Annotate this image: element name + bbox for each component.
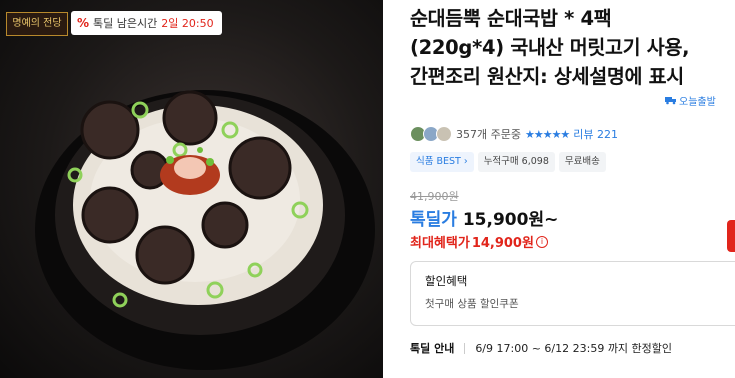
rating-row: 357개 주문중 ★★★★★ 리뷰 221	[410, 126, 618, 142]
deal-timer-badge: % 톡딜 남은시간 2일 20:50	[71, 11, 222, 35]
divider	[464, 342, 466, 354]
deal-price: 15,900원~	[462, 210, 559, 230]
review-link[interactable]: 리뷰 221	[573, 126, 618, 142]
order-count: 357개 주문중	[456, 128, 521, 141]
info-icon[interactable]: i	[535, 235, 548, 248]
benefit-description: 첫구매 상품 할인쿠폰	[425, 298, 519, 310]
buyer-avatars	[410, 126, 452, 142]
deal-info-period: 6/9 17:00 ~ 6/12 23:59 까지 한정할인	[475, 342, 673, 355]
discount-benefit-box[interactable]: 할인혜택 첫구매 상품 할인쿠폰	[410, 261, 735, 326]
truck-icon	[665, 97, 676, 105]
timer-label: 톡딜 남은시간	[93, 17, 158, 30]
product-chips: 식품 BEST › 누적구매 6,098 무료배송	[410, 152, 606, 172]
deal-info-row: 톡딜 안내 6/9 17:00 ~ 6/12 23:59 까지 한정할인	[410, 340, 672, 356]
avatar	[436, 126, 452, 142]
star-rating: ★★★★★	[524, 127, 570, 141]
buy-button-edge[interactable]	[727, 220, 735, 252]
today-shipping-label: 오늘출발	[679, 97, 716, 108]
deal-info-label: 톡딜 안내	[410, 342, 455, 355]
hall-of-fame-badge: 명예의 전당	[6, 12, 68, 36]
timer-value: 2일 20:50	[161, 17, 214, 30]
percent-icon: %	[77, 16, 90, 30]
product-image: 명예의 전당 % 톡딜 남은시간 2일 20:50	[0, 0, 383, 378]
original-price: 41,900원	[410, 190, 459, 203]
chip-best-label: 식품 BEST	[416, 156, 461, 167]
chip-cumulative: 누적구매 6,098	[477, 152, 555, 172]
today-shipping-badge: 오늘출발	[665, 93, 716, 108]
product-title: 순대듬뿍 순대국밥 * 4팩 (220g*4) 국내산 머릿고기 사용, 간편조…	[410, 7, 690, 88]
chip-best[interactable]: 식품 BEST ›	[410, 152, 474, 172]
benefit-title: 할인혜택	[425, 274, 468, 288]
max-benefit-price: 14,900원	[471, 236, 534, 251]
deal-price-row: 톡딜가 15,900원~	[410, 205, 558, 230]
max-benefit-row[interactable]: 최대혜택가 14,900원 i	[410, 232, 548, 251]
max-benefit-label: 최대혜택가	[410, 236, 470, 251]
deal-price-label: 톡딜가	[410, 210, 457, 230]
gukbap-illustration	[35, 90, 375, 370]
chip-free-shipping: 무료배송	[558, 152, 606, 172]
